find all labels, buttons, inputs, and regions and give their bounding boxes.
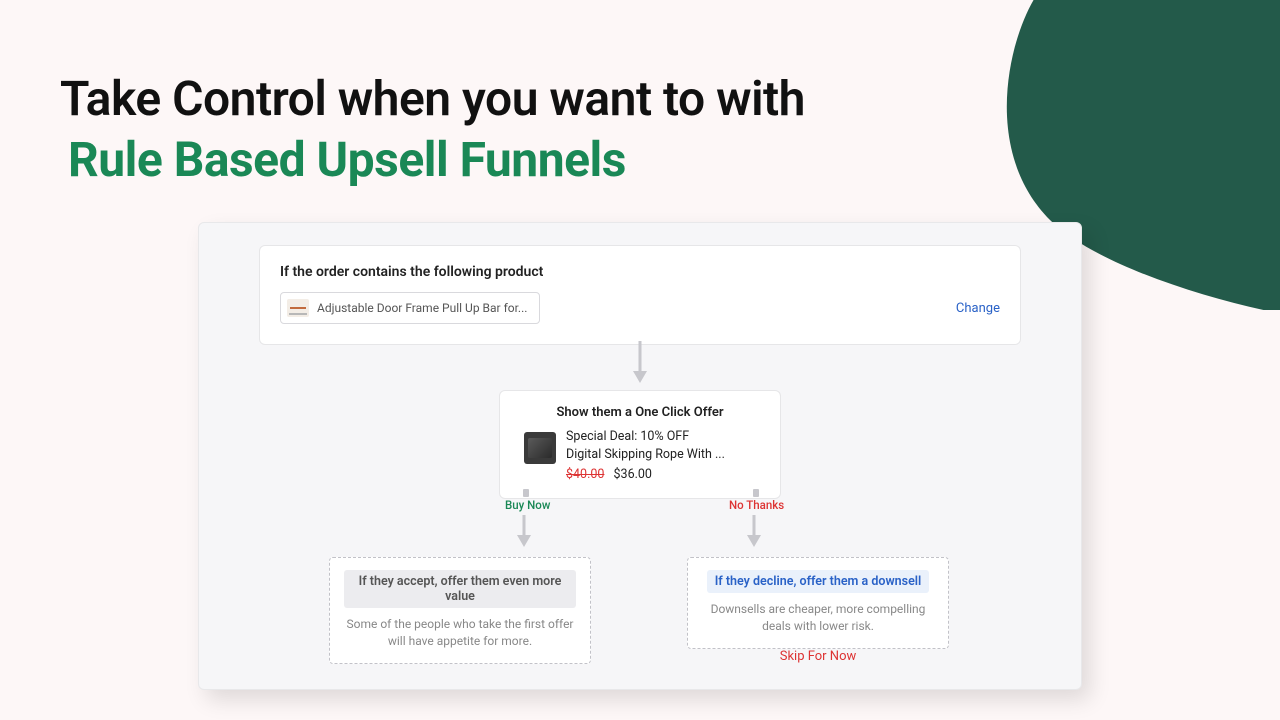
accept-outcome-card[interactable]: If they accept, offer them even more val… bbox=[329, 557, 591, 664]
headline: Take Control when you want to with Rule … bbox=[60, 70, 805, 188]
change-link[interactable]: Change bbox=[956, 301, 1000, 316]
funnel-panel: If the order contains the following prod… bbox=[198, 222, 1082, 690]
trigger-title: If the order contains the following prod… bbox=[280, 264, 1000, 280]
accept-outcome-head: If they accept, offer them even more val… bbox=[344, 570, 576, 608]
no-thanks-label: No Thanks bbox=[729, 498, 784, 512]
offer-card: Show them a One Click Offer Special Deal… bbox=[499, 390, 781, 499]
offer-price-new: $36.00 bbox=[614, 467, 652, 482]
decline-outcome-head: If they decline, offer them a downsell bbox=[707, 570, 930, 593]
offer-title: Show them a One Click Offer bbox=[514, 405, 766, 420]
offer-deal-label: Special Deal: 10% OFF bbox=[566, 428, 725, 446]
product-thumbnail-icon bbox=[287, 299, 309, 317]
decline-outcome-card[interactable]: If they decline, offer them a downsell D… bbox=[687, 557, 949, 649]
trigger-card: If the order contains the following prod… bbox=[259, 245, 1021, 345]
connector-stub-icon bbox=[753, 489, 759, 497]
skip-for-now-link[interactable]: Skip For Now bbox=[687, 649, 949, 664]
accept-outcome-body: Some of the people who take the first of… bbox=[344, 616, 576, 651]
arrow-down-icon bbox=[745, 513, 763, 553]
trigger-product-chip[interactable]: Adjustable Door Frame Pull Up Bar for... bbox=[280, 292, 540, 324]
trigger-product-name: Adjustable Door Frame Pull Up Bar for... bbox=[317, 301, 527, 315]
offer-product-image bbox=[524, 432, 556, 464]
offer-price: $40.00 $36.00 bbox=[566, 466, 725, 484]
offer-product-name: Digital Skipping Rope With ... bbox=[566, 446, 725, 464]
offer-price-old: $40.00 bbox=[566, 467, 604, 482]
decline-outcome-body: Downsells are cheaper, more compelling d… bbox=[702, 601, 934, 636]
buy-now-label: Buy Now bbox=[505, 498, 550, 512]
headline-line1: Take Control when you want to with bbox=[60, 70, 805, 127]
arrow-down-icon bbox=[515, 513, 533, 553]
headline-line2: Rule Based Upsell Funnels bbox=[68, 131, 805, 188]
connector-stub-icon bbox=[523, 489, 529, 497]
arrow-down-icon bbox=[631, 339, 649, 385]
